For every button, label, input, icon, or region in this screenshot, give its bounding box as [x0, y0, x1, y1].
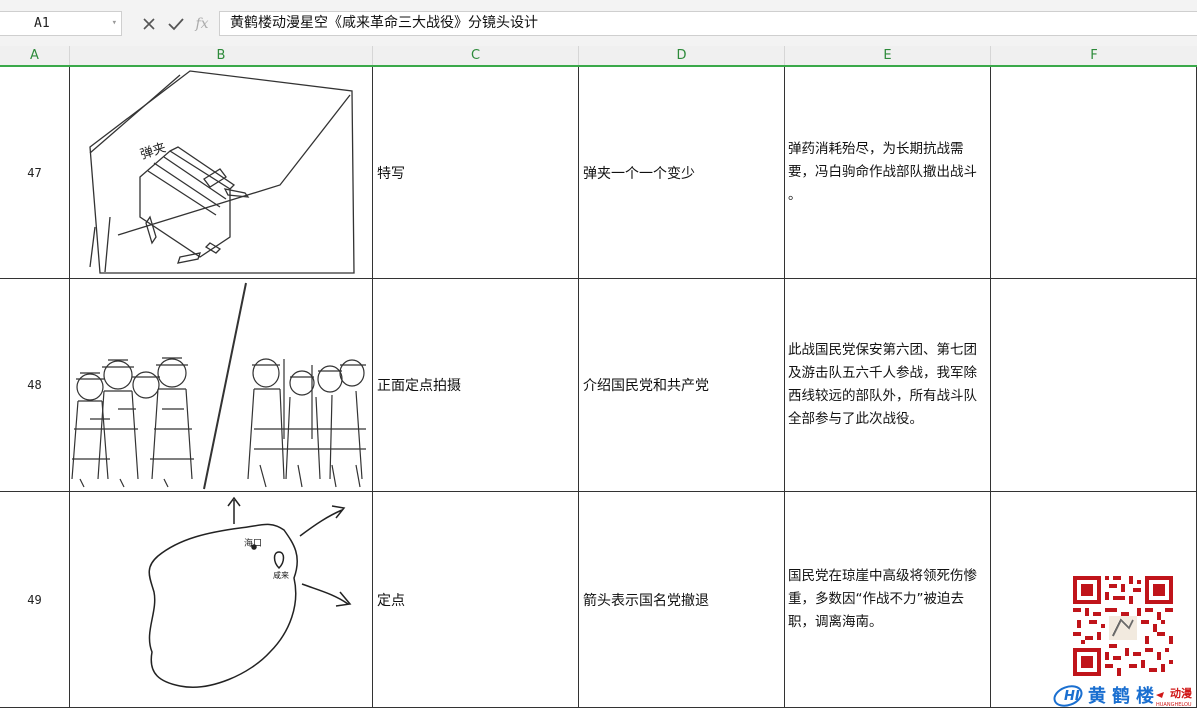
column-header-c[interactable]: C [373, 46, 579, 65]
brand-text: 黄鹤楼 [1088, 685, 1160, 707]
svg-text:HI: HI [1064, 689, 1080, 704]
shot-type-cell[interactable]: 特写 [373, 67, 579, 279]
map-sketch: 海口 咸来 [148, 496, 352, 688]
name-box-dropdown-icon[interactable]: ▾ [112, 12, 117, 35]
ammo-box-sketch: 弹夹 [89, 70, 355, 274]
notes-line: 要，冯白驹命作战部队撤出战斗 [788, 164, 977, 180]
row-header-49[interactable]: 49 [0, 492, 70, 708]
description-cell[interactable]: 箭头表示国名党撤退 [579, 492, 785, 708]
column-header-d[interactable]: D [579, 46, 785, 65]
sketch-label: 弹夹 [139, 140, 168, 162]
notes-line: 重，多数因“作战不力”被迫去 [788, 591, 964, 607]
column-header-e[interactable]: E [785, 46, 991, 65]
description-cell[interactable]: 弹夹一个一个变少 [579, 67, 785, 279]
column-header-bar: A B C D E F [0, 46, 1197, 67]
shot-type-cell[interactable]: 正面定点拍摄 [373, 279, 579, 492]
row-header-47[interactable]: 47 [0, 67, 70, 279]
storyboard-sketch-cell[interactable] [70, 279, 373, 492]
notes-cell[interactable]: 国民党在琼崖中高级将领死伤惨 重，多数因“作战不力”被迫去 职，调离海南。 [785, 492, 991, 708]
notes-line: 全部参与了此次战役。 [788, 411, 923, 427]
table-row: 49 海口 咸来 定点 箭头表示国名党撤退 国民党在琼崖中高级将领死伤惨 重，多 [0, 492, 1197, 708]
notes-line: 西线较远的部队外，所有战斗队 [788, 388, 977, 404]
notes-line: 此战国民党保安第六团、第七团 [788, 342, 977, 358]
brand-suffix: 动漫 [1170, 686, 1193, 700]
table-row: 47 弹夹 特写 弹夹一个一个变少 弹药消耗殆尽，为长期抗战需 要，冯白驹命作战… [0, 67, 1197, 279]
check-icon[interactable] [165, 13, 187, 35]
notes-cell[interactable]: 此战国民党保安第六团、第七团 及游击队五六千人参战，我军除 西线较远的部队外，所… [785, 279, 991, 492]
notes-line: 职，调离海南。 [788, 614, 883, 630]
map-label-haikou: 海口 [244, 537, 262, 549]
notes-line: 弹药消耗殆尽，为长期抗战需 [788, 141, 964, 157]
row-header-48[interactable]: 48 [0, 279, 70, 492]
name-box[interactable]: A1 ▾ [0, 11, 122, 36]
formula-bar: A1 ▾ fx 黄鹤楼动漫星空《咸来革命三大战役》分镜头设计 [0, 0, 1197, 46]
notes-line: 及游击队五六千人参战，我军除 [788, 365, 977, 381]
formula-input[interactable]: 黄鹤楼动漫星空《咸来革命三大战役》分镜头设计 [219, 11, 1197, 36]
name-box-value: A1 [34, 16, 50, 31]
sheet-grid: 47 弹夹 特写 弹夹一个一个变少 弹药消耗殆尽，为长期抗战需 要，冯白驹命作战… [0, 67, 1197, 708]
map-label-xianlai: 咸来 [273, 570, 289, 580]
notes-cell[interactable]: 弹药消耗殆尽，为长期抗战需 要，冯白驹命作战部队撤出战斗 。 [785, 67, 991, 279]
storyboard-sketch-cell[interactable]: 弹夹 [70, 67, 373, 279]
qr-code-icon [1073, 576, 1173, 676]
soldiers-sketch [71, 282, 366, 490]
fx-icon[interactable]: fx [191, 13, 213, 35]
column-header-a[interactable]: A [0, 46, 70, 65]
notes-line: 。 [788, 187, 802, 203]
table-row: 48 正面定点拍摄 介绍国民党和共产党 此战国民党保安第六团、第七团 及游击队五… [0, 279, 1197, 492]
brand-pinyin: HUANGHELOU [1156, 702, 1192, 708]
empty-cell-f[interactable] [991, 67, 1197, 279]
close-icon[interactable] [138, 13, 160, 35]
column-header-b[interactable]: B [70, 46, 373, 65]
description-cell[interactable]: 介绍国民党和共产党 [579, 279, 785, 492]
shot-type-cell[interactable]: 定点 [373, 492, 579, 708]
notes-line: 国民党在琼崖中高级将领死伤惨 [788, 568, 977, 584]
column-header-f[interactable]: F [991, 46, 1197, 65]
storyboard-sketch-cell[interactable]: 海口 咸来 [70, 492, 373, 708]
brand-logo: HI 黄鹤楼 动漫 HUANGHELOU [1052, 683, 1197, 708]
empty-cell-f[interactable] [991, 279, 1197, 492]
